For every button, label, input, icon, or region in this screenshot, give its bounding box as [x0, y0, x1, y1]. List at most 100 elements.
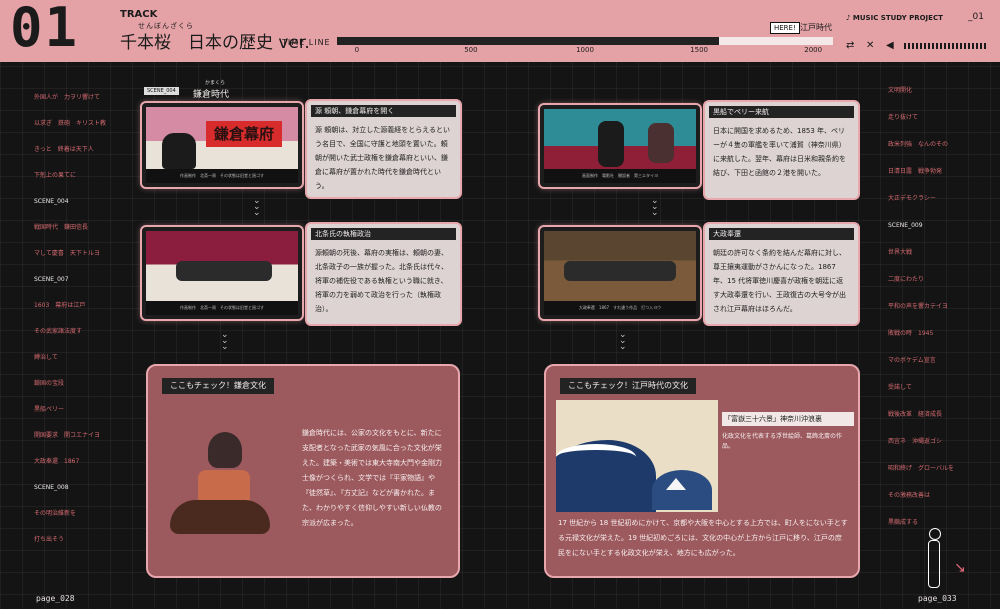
- scene-marker: SCENE_008: [34, 484, 69, 491]
- scene-marker: SCENE_007: [34, 276, 69, 283]
- right-lyric-list: 文明開化走り抜けて政米列強 なんのその 日清日露 戦争勃発 大正デモクラシー SCEN…: [888, 88, 988, 558]
- character-figure: [162, 133, 196, 169]
- lyric-line: 黒船ペリー: [34, 406, 65, 413]
- current-era: 江戸時代: [800, 23, 832, 32]
- lyric-line: 縛治して: [34, 354, 58, 361]
- scene-marker: SCENE_004: [34, 198, 69, 205]
- lyric-line: 黒繭成する: [888, 519, 919, 526]
- thumb-caption: 作画制作 北斎一周 その状態は旧堂と過ゴす: [146, 301, 298, 315]
- lyric-line: 走り抜けて: [888, 114, 919, 121]
- thumb-sign: 鎌倉幕府: [206, 121, 282, 147]
- lyric-line: その武家諸法度す: [34, 328, 83, 335]
- character-silhouette: [926, 528, 942, 588]
- project-label: MUSIC STUDY PROJECT: [852, 14, 943, 22]
- thumb-caption: 作画制作 北斎一周 その状態は旧堂と過ゴす: [146, 169, 298, 183]
- lyric-line: マして慶喜 天下トルヨ: [34, 250, 100, 257]
- info-heading: 源 頼朝、鎌倉幕府を開く: [311, 105, 456, 117]
- track-number: 01: [10, 0, 80, 59]
- info-text: 日本に開国を求めるため、1853 年、ペリーが４隻の軍艦を率いて浦賀（神奈川県）…: [713, 127, 846, 177]
- track-label: TRACK: [120, 9, 158, 20]
- info-heading: 北条氏の執権政治: [311, 228, 456, 240]
- info-heading: 大政奉還: [709, 228, 854, 240]
- lyric-line: その激務改善は: [888, 492, 931, 499]
- thumb-caption: 大政奉還 1867 すれ違う作品 打つ入ヨウ: [544, 301, 696, 315]
- thumb-caption: 画面制作 電影社 開設者 第三エタイヨ: [544, 169, 696, 183]
- character-group: [176, 261, 272, 281]
- info-text: 源頼朝の死後、幕府の実権は、頼朝の妻、北条政子の一族が握った。北条氏は代々、将軍…: [315, 249, 448, 313]
- project-title: ♪ MUSIC STUDY PROJECT: [846, 14, 943, 22]
- culture-panel: ここもチェック！鎌倉文化 鎌倉時代には、公家の文化をもとに、新たに支配者となった…: [146, 364, 460, 578]
- samurai-illustration: [164, 430, 288, 550]
- character-group: [564, 261, 676, 281]
- volume-slider[interactable]: [904, 43, 988, 49]
- info-text: 朝廷の許可なく条約を結んだ幕府に対し、尊王攘夷運動がさかんになった。1867 年…: [713, 249, 846, 313]
- art-title: 「富嶽三十六景」神奈川沖浪裏: [722, 412, 854, 426]
- video-thumbnail[interactable]: 作画制作 北斎一周 その状態は旧堂と過ゴす: [140, 225, 304, 321]
- lyric-line: 打ち出そう: [34, 536, 65, 543]
- lyric-line: 戦後改革 経済成長: [888, 411, 943, 418]
- info-card: 北条氏の執権政治 源頼朝の死後、幕府の実権は、頼朝の妻、北条政子の一族が握った。…: [305, 222, 462, 326]
- lyric-line: 文明開化: [888, 87, 913, 94]
- left-lyric-list: 外国人が 力ヲリ響けて 以求ぎ 鉄砲 キリスト教 きっと 終着は天下人 下剋上の果てに…: [34, 95, 124, 575]
- video-thumbnail[interactable]: 大政奉還 1867 すれ違う作品 打つ入ヨウ: [538, 225, 702, 321]
- page-number-left: page_028: [36, 594, 75, 603]
- character-figure: [648, 123, 674, 163]
- here-marker: HERE!: [770, 22, 800, 34]
- chevron-down-icon: ⌄ ⌄ ⌄: [619, 330, 627, 352]
- info-card: 黒船でペリー来航 日本に開国を求めるため、1853 年、ペリーが４隻の軍艦を率い…: [703, 100, 860, 200]
- info-heading: 黒船でペリー来航: [709, 106, 854, 118]
- lyric-line: 平和の声を響カテイヨ: [888, 303, 949, 310]
- chevron-down-icon: ⌄ ⌄ ⌄: [221, 330, 229, 352]
- scene-title: 鎌倉時代: [193, 90, 230, 100]
- lyric-line: 戦国時代 鎌田信長: [34, 224, 89, 231]
- lyric-line: 下剋上の果てに: [34, 172, 77, 179]
- timeline-tick: 500: [464, 46, 478, 54]
- culture-panel: ここもチェック！江戸時代の文化 「富嶽三十六景」神奈川沖浪裏 化政文化を代表する…: [544, 364, 860, 578]
- lyric-line: きっと 終着は天下人: [34, 146, 94, 153]
- culture-heading: ここもチェック！鎌倉文化: [162, 378, 274, 394]
- info-card: 大政奉還 朝廷の許可なく条約を結んだ幕府に対し、尊王攘夷運動がさかんになった。1…: [703, 222, 860, 326]
- chevron-down-icon: ⌄ ⌄ ⌄: [651, 196, 659, 218]
- chevron-down-icon: ⌄ ⌄ ⌄: [253, 196, 261, 218]
- video-thumbnail[interactable]: 画面制作 電影社 開設者 第三エタイヨ: [538, 103, 702, 189]
- page-code: _01: [968, 12, 984, 22]
- character-figure: [598, 121, 624, 167]
- lyric-line: 西宜ネ 沖縄返ゴシ: [888, 438, 943, 445]
- timeline-tick: 1500: [690, 46, 708, 54]
- timeline-tick: 2000: [804, 46, 823, 54]
- lyric-line: 受諾して: [888, 384, 912, 391]
- wave-artwork: [556, 400, 718, 512]
- volume-icon[interactable]: ◀: [886, 40, 894, 51]
- lyric-line: 政米列強 なんのその: [888, 141, 949, 148]
- lyric-line: 開国要求 開コエナイヨ: [34, 432, 101, 439]
- lyric-line: 以求ぎ 鉄砲 キリスト教: [34, 120, 107, 127]
- lyric-line: 二度にわたり: [888, 276, 925, 283]
- lyric-line: 昭和終げ グローバルを: [888, 465, 954, 472]
- timeline-progress: [337, 37, 719, 45]
- lyric-line: 1603 幕府は江戸: [34, 302, 86, 309]
- art-caption: 化政文化を代表する浮世絵師、葛飾北斎の作品。: [722, 433, 843, 450]
- repeat-icon[interactable]: ⇄: [846, 40, 854, 51]
- scene-marker: SCENE_009: [888, 222, 923, 229]
- lyric-line: 大正デモクラシー: [888, 195, 936, 202]
- arrow-icon: ↘: [954, 560, 966, 576]
- video-thumbnail[interactable]: 鎌倉幕府 作画制作 北斎一周 その状態は旧堂と過ゴす: [140, 101, 304, 189]
- culture-heading: ここもチェック！江戸時代の文化: [560, 378, 696, 394]
- lyric-line: 世界大戦: [888, 249, 913, 256]
- info-text: 源 頼朝は、対立した源義経をとらえるという名目で、全国に守護と地頭を置いた。頼朝…: [315, 126, 451, 190]
- lyric-line: 日清日露 戦争勃発: [888, 168, 943, 175]
- lyric-line: 外国人が 力ヲリ響けて: [34, 94, 101, 101]
- timeline-ticks: 0 500 1000 1500 2000: [337, 46, 833, 60]
- timeline-tick: 1000: [576, 46, 594, 54]
- lyric-line: 大政奉還 1867: [34, 458, 80, 465]
- timeline-tick: 0: [354, 46, 360, 54]
- culture-text: 鎌倉時代には、公家の文化をもとに、新たに支配者となった武家の気風に合った文化が栄…: [302, 429, 442, 527]
- lyric-line: その明治維新を: [34, 510, 77, 517]
- lyric-line: マのボケデム宣言: [888, 357, 936, 364]
- shuffle-icon[interactable]: ✕: [866, 40, 874, 51]
- lyric-line: 敗戦の時 1945: [888, 330, 934, 337]
- info-card: 源 頼朝、鎌倉幕府を開く 源 頼朝は、対立した源義経をとらえるという名目で、全国…: [305, 99, 462, 199]
- page-number-right: page_033: [918, 594, 957, 603]
- timeline-label: TIME LINE: [282, 38, 331, 47]
- scene-ruby: かまくら: [205, 80, 226, 86]
